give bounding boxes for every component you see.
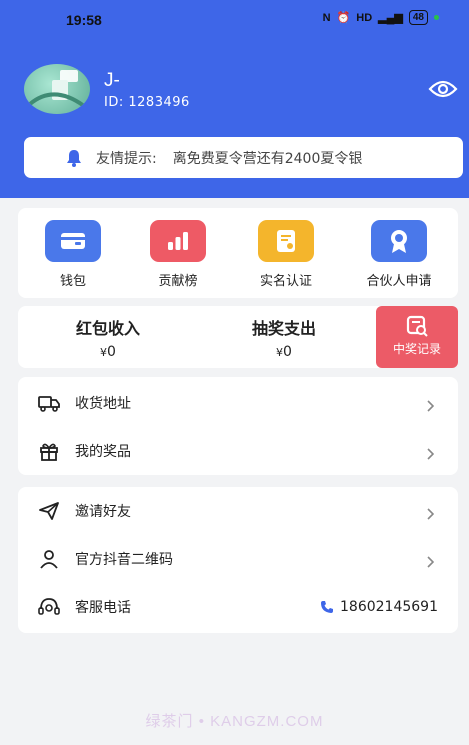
partner-application-label: 合伙人申请 [366,274,432,289]
badge-icon [371,220,427,262]
notice-bar: 友情提示: 离免费夏令营还有2400夏令银 [24,137,463,178]
quick-actions-card: 钱包 贡献榜 实名认证 合伙人申请 [18,208,458,298]
contribution-ranking-label: 贡献榜 [158,274,198,289]
chevron-right-icon [426,445,435,460]
paper-plane-icon [38,500,60,522]
prize-record-icon [406,315,428,337]
income-label: 红包收入 [75,319,140,338]
avatar[interactable] [24,64,90,114]
alarm-icon: ⏰ [336,12,351,24]
gift-icon [38,440,60,462]
service-phone-number: 18602145691 [340,599,438,615]
chevron-right-icon [426,553,435,568]
truck-icon [38,392,60,414]
social-service-menu: 邀请好友 官方抖音二维码 客服电话 18602145691 [18,487,458,633]
menu-item-shipping-address[interactable]: 收货地址 [18,379,458,427]
menu-item-douyin-qrcode[interactable]: 官方抖音二维码 [18,535,458,583]
wallet-icon [45,220,101,262]
chevron-right-icon [426,397,435,412]
status-bar: 19:58 N ⏰ HD ▂▄▆ 48 [0,0,469,40]
menu-item-my-prizes[interactable]: 我的奖品 [18,427,458,475]
contribution-ranking-button[interactable]: 贡献榜 [128,220,228,289]
menu-item-invite-friends[interactable]: 邀请好友 [18,487,458,535]
expense-amount: ¥0 [214,344,354,360]
real-name-verification-button[interactable]: 实名认证 [236,220,336,289]
status-icons: N ⏰ HD ▂▄▆ 48 [323,10,439,25]
certificate-icon [258,220,314,262]
nfc-icon: N [322,11,331,24]
red-packet-income[interactable]: 红包收入 ¥0 [38,315,178,360]
income-currency: ¥ [100,346,108,359]
notice-text: 离免费夏令营还有2400夏令银 [172,150,363,167]
partner-application-button[interactable]: 合伙人申请 [349,220,449,289]
chevron-right-icon [426,505,435,520]
battery-icon: 48 [408,10,428,25]
menu-item-customer-service[interactable]: 客服电话 18602145691 [18,583,458,631]
user-icon [38,548,60,570]
lottery-expense[interactable]: 抽奖支出 ¥0 [214,315,354,360]
address-prize-menu: 收货地址 我的奖品 [18,377,458,475]
income-value: 0 [107,344,116,360]
menu-label: 邀请好友 [75,504,131,520]
watermark: 绿茶门 • KANGZM.COM [145,713,324,730]
bar-chart-icon [150,220,206,262]
service-phone[interactable]: 18602145691 [320,599,438,615]
eye-icon[interactable] [428,78,458,100]
username: J- [104,70,120,91]
expense-label: 抽奖支出 [251,319,316,338]
hd-icon: HD [356,11,373,24]
notice-label: 友情提示: [96,150,157,167]
user-id-value: 1283496 [128,95,190,110]
user-id-label: ID: [104,95,124,110]
menu-label: 客服电话 [75,600,131,616]
status-time: 19:58 [66,12,102,28]
phone-icon [321,601,334,613]
income-amount: ¥0 [38,344,178,360]
wallet-label: 钱包 [59,274,86,289]
bell-icon [67,149,81,167]
wallet-button[interactable]: 钱包 [23,220,123,289]
menu-label: 收货地址 [75,396,131,412]
real-name-verification-label: 实名认证 [259,274,312,289]
signal-icon: ▂▄▆ [378,12,403,24]
expense-value: 0 [283,344,292,360]
menu-label: 官方抖音二维码 [75,552,173,568]
menu-label: 我的奖品 [75,444,131,460]
headset-icon [38,596,60,618]
expense-currency: ¥ [276,346,284,359]
user-id: ID: 1283496 [104,95,190,110]
charging-dot-icon [434,15,439,20]
prize-record-button[interactable]: 中奖记录 [376,306,458,368]
prize-record-label: 中奖记录 [392,342,441,356]
